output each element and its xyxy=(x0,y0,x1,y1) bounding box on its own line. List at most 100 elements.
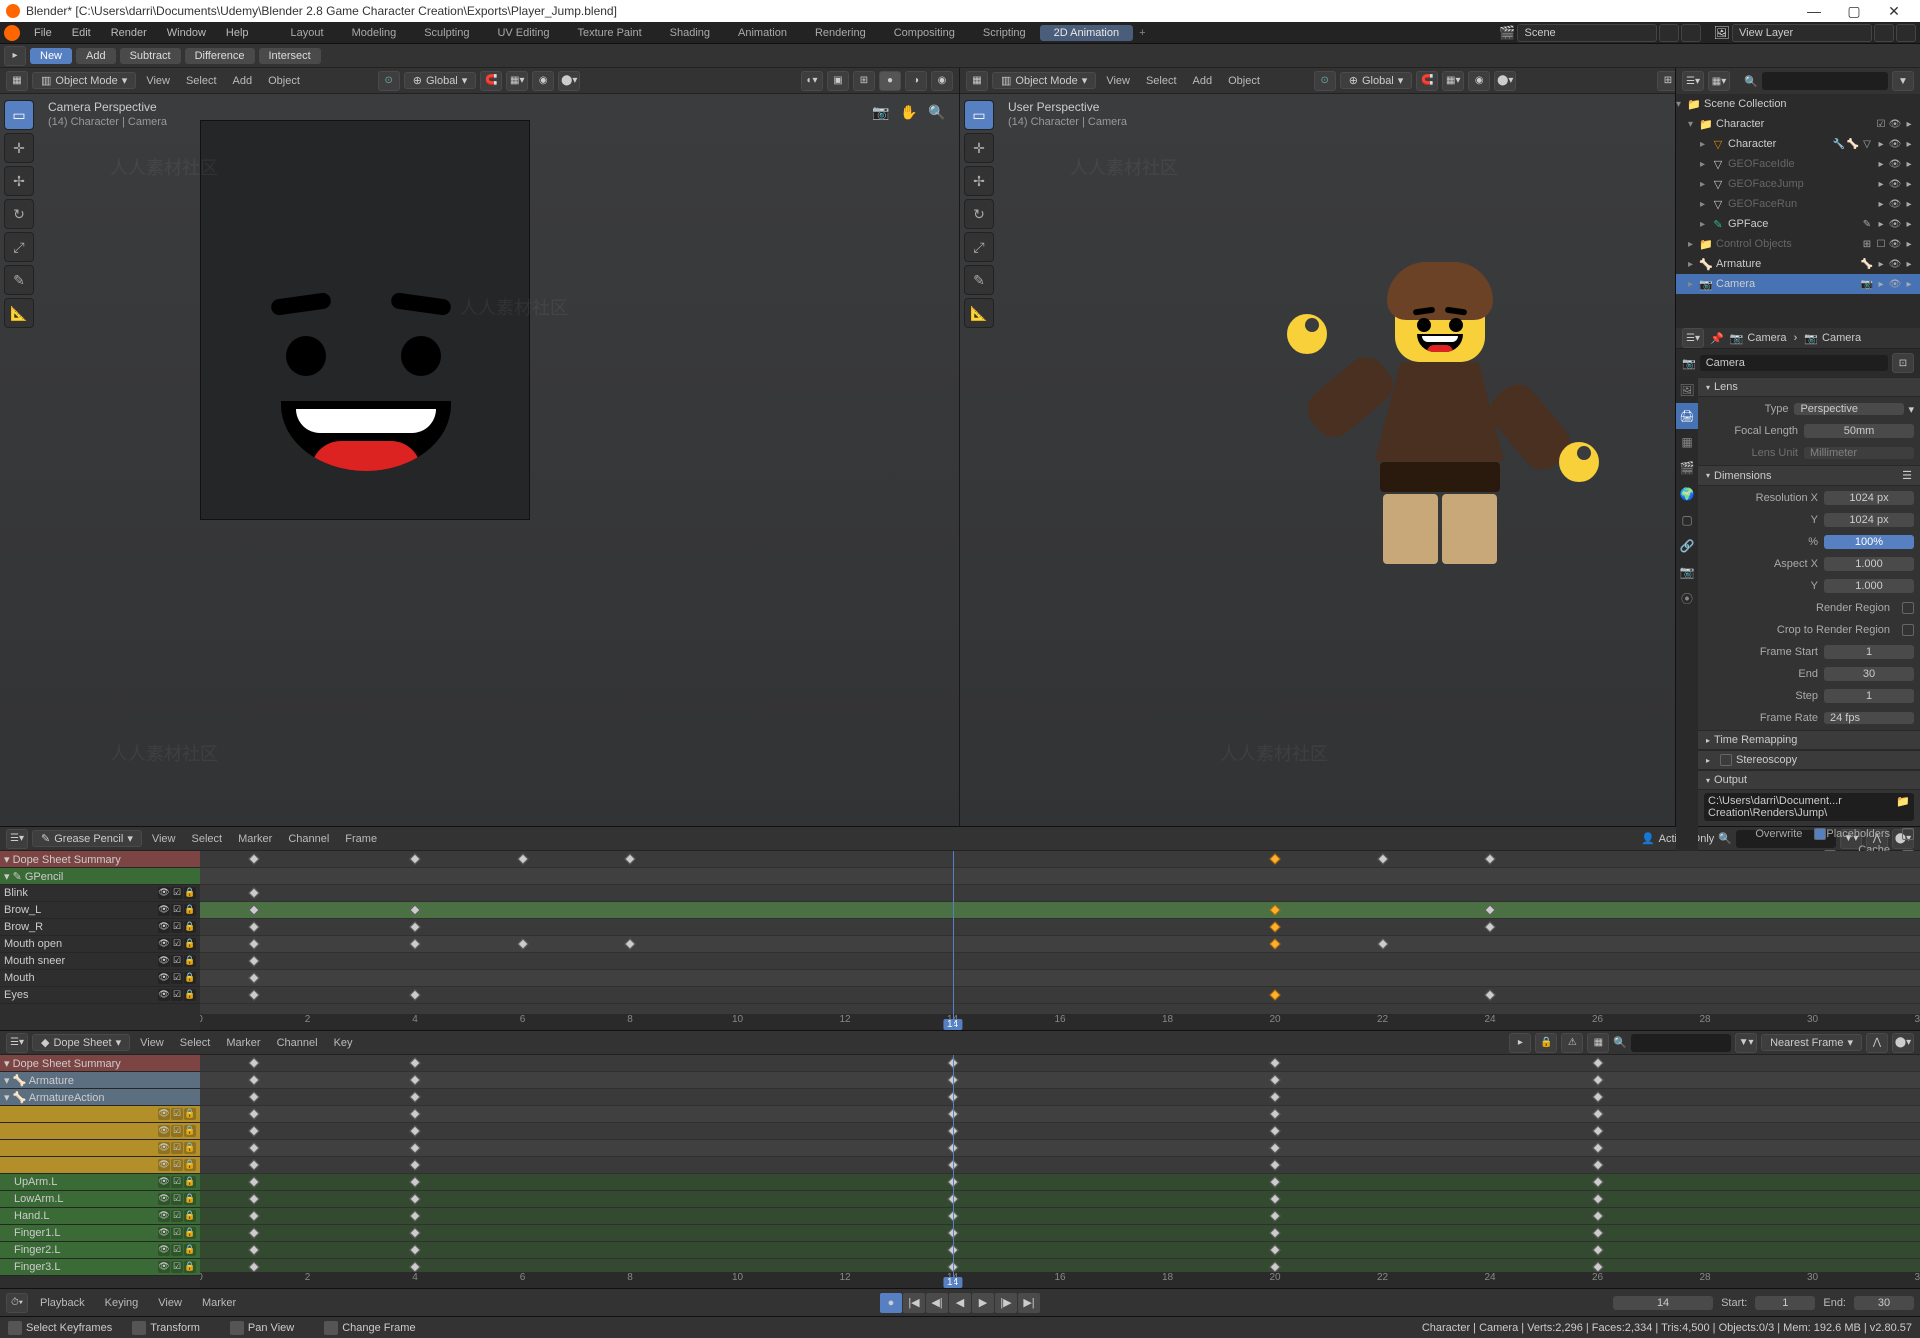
tab-physics[interactable]: ⦿ xyxy=(1676,585,1698,611)
keyframe[interactable] xyxy=(1484,989,1495,1000)
scene-new[interactable] xyxy=(1659,24,1679,42)
keyframe[interactable] xyxy=(248,1159,259,1170)
cam-icon[interactable]: 📷 xyxy=(871,104,891,124)
tab-compositing[interactable]: Compositing xyxy=(880,25,969,41)
channel-row[interactable]: Blink👁☑🔒 xyxy=(0,885,200,902)
keyframe[interactable] xyxy=(248,1227,259,1238)
keyframe[interactable] xyxy=(1592,1108,1603,1119)
output-path[interactable]: C:\Users\darri\Document...r Creation\Ren… xyxy=(1708,795,1896,819)
tool-select-box[interactable]: ▭ xyxy=(4,100,34,130)
keyframe[interactable] xyxy=(1269,1142,1280,1153)
shading-lookdev-icon[interactable]: ◑ xyxy=(905,71,927,91)
keyframe[interactable] xyxy=(409,921,420,932)
keyframe[interactable] xyxy=(1269,853,1280,864)
start-frame[interactable]: 1 xyxy=(1755,1296,1815,1310)
shading-solid-icon[interactable]: ● xyxy=(879,71,901,91)
keyframe[interactable] xyxy=(1269,1210,1280,1221)
keyframe[interactable] xyxy=(1269,921,1280,932)
keyframe[interactable] xyxy=(1269,1244,1280,1255)
outliner-item[interactable]: ▸▽GEOFaceRun▸👁▸ xyxy=(1676,194,1920,214)
vp-add[interactable]: Add xyxy=(1187,75,1219,87)
panel-stereo[interactable]: ▸Stereoscopy xyxy=(1698,750,1920,770)
res-y[interactable]: 1024 px xyxy=(1824,513,1914,527)
snap-icon[interactable]: 🧲 xyxy=(480,71,502,91)
propfalloff-icon[interactable]: ⬤▾ xyxy=(1494,71,1516,91)
keyframe[interactable] xyxy=(409,1125,420,1136)
ds-channel[interactable]: Channel xyxy=(271,1037,324,1049)
orient-select[interactable]: ⊕ Global ▾ xyxy=(1340,72,1413,89)
tab-viewlayer[interactable]: ▦ xyxy=(1676,429,1698,455)
channel-row[interactable]: Mouth👁☑🔒 xyxy=(0,970,200,987)
keyframe[interactable] xyxy=(1377,853,1388,864)
vp-add[interactable]: Add xyxy=(227,75,259,87)
tool-cursor[interactable]: ✛ xyxy=(964,133,994,163)
vp-select[interactable]: Select xyxy=(180,75,223,87)
keyframe[interactable] xyxy=(409,1159,420,1170)
datablock-icon[interactable]: ▦ xyxy=(1587,1033,1609,1053)
frame-step[interactable]: 1 xyxy=(1824,689,1914,703)
vp-select[interactable]: Select xyxy=(1140,75,1183,87)
play-rev[interactable]: ◀ xyxy=(949,1293,971,1313)
snap-to-icon[interactable]: ▦▾ xyxy=(1442,71,1464,91)
tab-uvediting[interactable]: UV Editing xyxy=(483,25,563,41)
shading-wire-icon[interactable]: ⊞ xyxy=(853,71,875,91)
datablock-name[interactable]: Camera xyxy=(1700,355,1888,371)
channel-row[interactable]: Hand.L👁☑🔒 xyxy=(0,1208,200,1225)
editor-type-icon[interactable]: ⏱▾ xyxy=(6,1293,28,1313)
keyframe[interactable] xyxy=(1484,853,1495,864)
ds-channel[interactable]: Channel xyxy=(282,833,335,845)
pin-icon[interactable]: 📌 xyxy=(1710,332,1724,345)
keyframe[interactable] xyxy=(248,1244,259,1255)
jump-end[interactable]: ▶| xyxy=(1018,1293,1040,1313)
tool-measure[interactable]: 📐 xyxy=(4,298,34,328)
ds-marker[interactable]: Marker xyxy=(232,833,278,845)
tool-annotate[interactable]: ✎ xyxy=(4,265,34,295)
tab-object[interactable]: ▢ xyxy=(1676,507,1698,533)
tl-keying[interactable]: Keying xyxy=(97,1297,147,1309)
prev-key[interactable]: ◀| xyxy=(926,1293,948,1313)
panel-time-remap[interactable]: ▸Time Remapping xyxy=(1698,730,1920,750)
editor-type-icon[interactable]: ☰▾ xyxy=(6,1033,28,1053)
keyframe[interactable] xyxy=(248,1108,259,1119)
ds-key[interactable]: Key xyxy=(328,1037,359,1049)
tab-rendering[interactable]: Rendering xyxy=(801,25,880,41)
channel-row[interactable]: Finger2.L👁☑🔒 xyxy=(0,1242,200,1259)
menu-render[interactable]: Render xyxy=(101,27,157,39)
res-pct[interactable]: 100% xyxy=(1824,535,1914,549)
channel-row[interactable]: Brow_R👁☑🔒 xyxy=(0,919,200,936)
editor-type-icon[interactable]: ☰▾ xyxy=(6,829,28,849)
keyframe[interactable] xyxy=(1592,1227,1603,1238)
outliner-type-icon[interactable]: ☰▾ xyxy=(1682,71,1704,91)
snap-mode[interactable]: Nearest Frame ▾ xyxy=(1761,1034,1862,1051)
ds-marker[interactable]: Marker xyxy=(220,1037,266,1049)
keyframe[interactable] xyxy=(248,955,259,966)
scene-del[interactable] xyxy=(1681,24,1701,42)
keyframe[interactable] xyxy=(409,1244,420,1255)
frame-end[interactable]: 30 xyxy=(1824,667,1914,681)
keyframe[interactable] xyxy=(1592,1159,1603,1170)
keyframe[interactable] xyxy=(1269,1074,1280,1085)
keyframe[interactable] xyxy=(409,1108,420,1119)
current-frame[interactable]: 14 xyxy=(1613,1296,1713,1310)
menu-window[interactable]: Window xyxy=(157,27,216,39)
tool-scale[interactable]: ⤢ xyxy=(4,232,34,262)
keyframe[interactable] xyxy=(409,938,420,949)
placeholders-chk[interactable] xyxy=(1902,828,1914,840)
viewlayer-new[interactable] xyxy=(1874,24,1894,42)
minimize-button[interactable]: — xyxy=(1794,3,1834,19)
channel-row[interactable]: ▾ 🦴 Armature xyxy=(0,1072,200,1089)
keyframe[interactable] xyxy=(1377,938,1388,949)
propedit-icon[interactable]: ⬤▾ xyxy=(1892,1033,1914,1053)
keyframe[interactable] xyxy=(1592,1091,1603,1102)
keyframe[interactable] xyxy=(1269,989,1280,1000)
tl-playback[interactable]: Playback xyxy=(32,1297,93,1309)
keyframe[interactable] xyxy=(248,1142,259,1153)
vp-view[interactable]: View xyxy=(140,75,176,87)
outliner-item-selected[interactable]: ▸📷Camera📷▸👁▸ xyxy=(1676,274,1920,294)
play-fwd[interactable]: ▶ xyxy=(972,1293,994,1313)
zoom-icon[interactable]: 🔍 xyxy=(927,104,947,124)
channel-row[interactable]: 👁☑🔒 xyxy=(0,1106,200,1123)
tab-scripting[interactable]: Scripting xyxy=(969,25,1040,41)
pivot-icon[interactable]: ⊙ xyxy=(378,71,400,91)
outliner-item[interactable]: ▸📁Control Objects⊞☐👁▸ xyxy=(1676,234,1920,254)
